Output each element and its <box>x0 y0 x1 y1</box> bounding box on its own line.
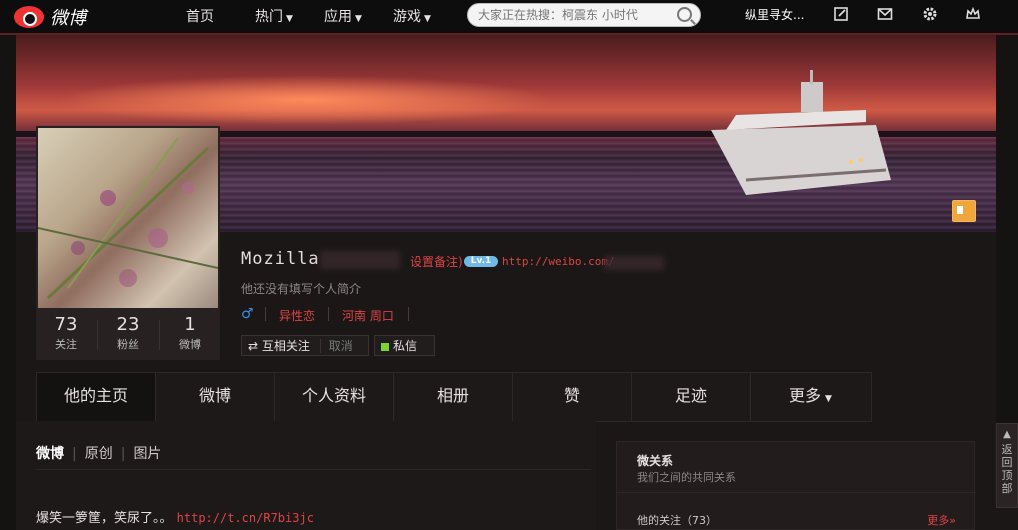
mail-icon[interactable] <box>877 6 893 22</box>
stat-weibo[interactable]: 1 微博 <box>160 314 220 352</box>
sidebar-title: 微关系 <box>637 454 674 468</box>
post-text: 爆笑一箩筐，笑尿了。。 <box>36 511 173 526</box>
blurred-text <box>604 256 664 270</box>
tab-home[interactable]: 他的主页 <box>37 373 156 421</box>
avatar-image <box>38 137 218 300</box>
profile-url-link[interactable]: http://weibo.com/ <box>502 255 615 268</box>
unfollow-button[interactable]: 取消 <box>319 339 353 353</box>
swap-arrows-icon: ⇄ <box>248 339 259 353</box>
relations-sidebar: 微关系 我们之间的共同关系 他的关注（73） 更多» <box>616 441 976 530</box>
tab-weibo[interactable]: 微博 <box>156 373 275 421</box>
nav-home-label: 首页 <box>186 9 214 25</box>
tab-more-label: 更多 <box>789 386 822 405</box>
tab-album[interactable]: 相册 <box>394 373 513 421</box>
tab-home-label: 他的主页 <box>63 386 128 405</box>
set-remark-link[interactable]: 设置备注) <box>410 253 463 270</box>
nav-hot[interactable]: 热门 ▼ <box>255 6 293 26</box>
divider <box>36 469 591 470</box>
logo-text: 微博 <box>50 8 86 29</box>
message-icon <box>381 342 389 351</box>
stat-weibo-label: 微博 <box>179 338 201 351</box>
profile-tabs: 他的主页 微博 个人资料 相册 赞 足迹 更多 ▼ <box>36 372 872 422</box>
search-input[interactable] <box>476 4 675 26</box>
nav-apps[interactable]: 应用 ▼ <box>324 6 362 26</box>
avatar[interactable] <box>38 128 218 308</box>
edit-icon[interactable] <box>833 6 849 22</box>
left-background-strip <box>0 35 16 530</box>
crown-icon[interactable] <box>965 6 981 22</box>
filter-original[interactable]: 原创 <box>85 446 113 462</box>
divider: | <box>72 446 77 462</box>
search-icon[interactable] <box>677 7 692 22</box>
gear-icon[interactable] <box>922 6 938 22</box>
feed-panel: 微博 | 原创 | 图片 爆笑一箩筐，笑尿了。。 http://t.cn/R7bi3jc <box>16 421 596 530</box>
back-to-top-label: 返回顶部 <box>1001 443 1013 495</box>
tab-album-label: 相册 <box>436 386 469 405</box>
mutual-follow-button[interactable]: ⇄ 互相关注 取消 <box>241 335 369 356</box>
weibo-eye-icon <box>14 6 44 28</box>
nav-home[interactable]: 首页 <box>186 6 214 26</box>
divider <box>617 492 976 493</box>
blurred-text <box>320 251 400 269</box>
stat-fans-label: 粉丝 <box>117 338 139 351</box>
tab-profile-info-label: 个人资料 <box>301 386 366 405</box>
chevron-down-icon: ▼ <box>424 14 431 24</box>
his-follows-link[interactable]: 他的关注（73） <box>637 512 717 528</box>
mutual-follow-label: 互相关注 <box>261 339 310 353</box>
search-box <box>467 3 701 27</box>
stat-following-count: 73 <box>54 314 78 335</box>
divider <box>408 307 409 321</box>
chevron-down-icon: ▼ <box>825 394 832 404</box>
stat-following-label: 关注 <box>55 338 77 351</box>
male-icon: ♂ <box>241 306 254 322</box>
divider: | <box>120 446 126 462</box>
top-navigation-bar: 微博 首页 热门▼ 应用▼ 游戏▼ 纵里寻女... <box>0 0 1018 35</box>
tab-footprints-label: 足迹 <box>674 386 707 405</box>
stat-weibo-count: 1 <box>184 314 196 335</box>
right-background-strip <box>996 35 1018 423</box>
tab-footprints[interactable]: 足迹 <box>632 373 751 421</box>
sky-glow <box>56 75 556 125</box>
more-link[interactable]: 更多» <box>927 512 956 528</box>
tag-orientation[interactable]: 异性恋 <box>279 307 315 324</box>
arrow-up-icon: ▲ <box>1003 429 1011 440</box>
user-name-link[interactable]: 纵里寻女... <box>745 6 804 23</box>
stat-following[interactable]: 73 关注 <box>36 314 96 352</box>
vcard-icon[interactable] <box>952 200 976 222</box>
nav-games[interactable]: 游戏 ▼ <box>393 6 431 26</box>
divider <box>328 307 329 321</box>
profile-bio: 他还没有填写个人简介 <box>241 282 362 296</box>
post-item: 爆笑一箩筐，笑尿了。。 http://t.cn/R7bi3jc <box>36 507 314 526</box>
private-message-button[interactable]: 私信 <box>374 335 435 356</box>
feed-filter-bar: 微博 | 原创 | 图片 <box>36 443 169 463</box>
nav-apps-label: 应用 <box>324 9 352 25</box>
nav-games-label: 游戏 <box>393 9 421 25</box>
avatar-frame <box>36 126 220 310</box>
chevron-down-icon: ▼ <box>286 14 293 24</box>
sidebar-subtitle: 我们之间的共同关系 <box>637 471 736 484</box>
tab-likes-label: 赞 <box>563 386 580 405</box>
tab-weibo-label: 微博 <box>198 386 231 405</box>
chevron-down-icon: ▼ <box>355 14 362 24</box>
nav-hot-label: 热门 <box>255 9 283 25</box>
ship-illustration <box>711 70 891 195</box>
private-message-label: 私信 <box>393 339 418 353</box>
tab-likes[interactable]: 赞 <box>513 373 632 421</box>
profile-stats: 73 关注 23 粉丝 1 微博 <box>36 310 220 360</box>
filter-weibo[interactable]: 微博 <box>36 446 64 462</box>
divider <box>265 307 266 321</box>
tab-more[interactable]: 更多 ▼ <box>751 373 870 421</box>
stat-fans-count: 23 <box>116 314 140 335</box>
weibo-logo[interactable]: 微博 <box>14 4 86 30</box>
stat-fans[interactable]: 23 粉丝 <box>98 314 158 352</box>
profile-name: Mozilla <box>241 249 320 269</box>
level-badge[interactable]: Lv.1 <box>464 256 498 267</box>
post-link[interactable]: http://t.cn/R7bi3jc <box>177 511 314 525</box>
tag-location[interactable]: 河南 周口 <box>342 307 394 324</box>
tab-profile-info[interactable]: 个人资料 <box>275 373 394 421</box>
filter-images[interactable]: 图片 <box>133 446 161 462</box>
back-to-top-button[interactable]: ▲ 返回顶部 <box>996 423 1018 508</box>
